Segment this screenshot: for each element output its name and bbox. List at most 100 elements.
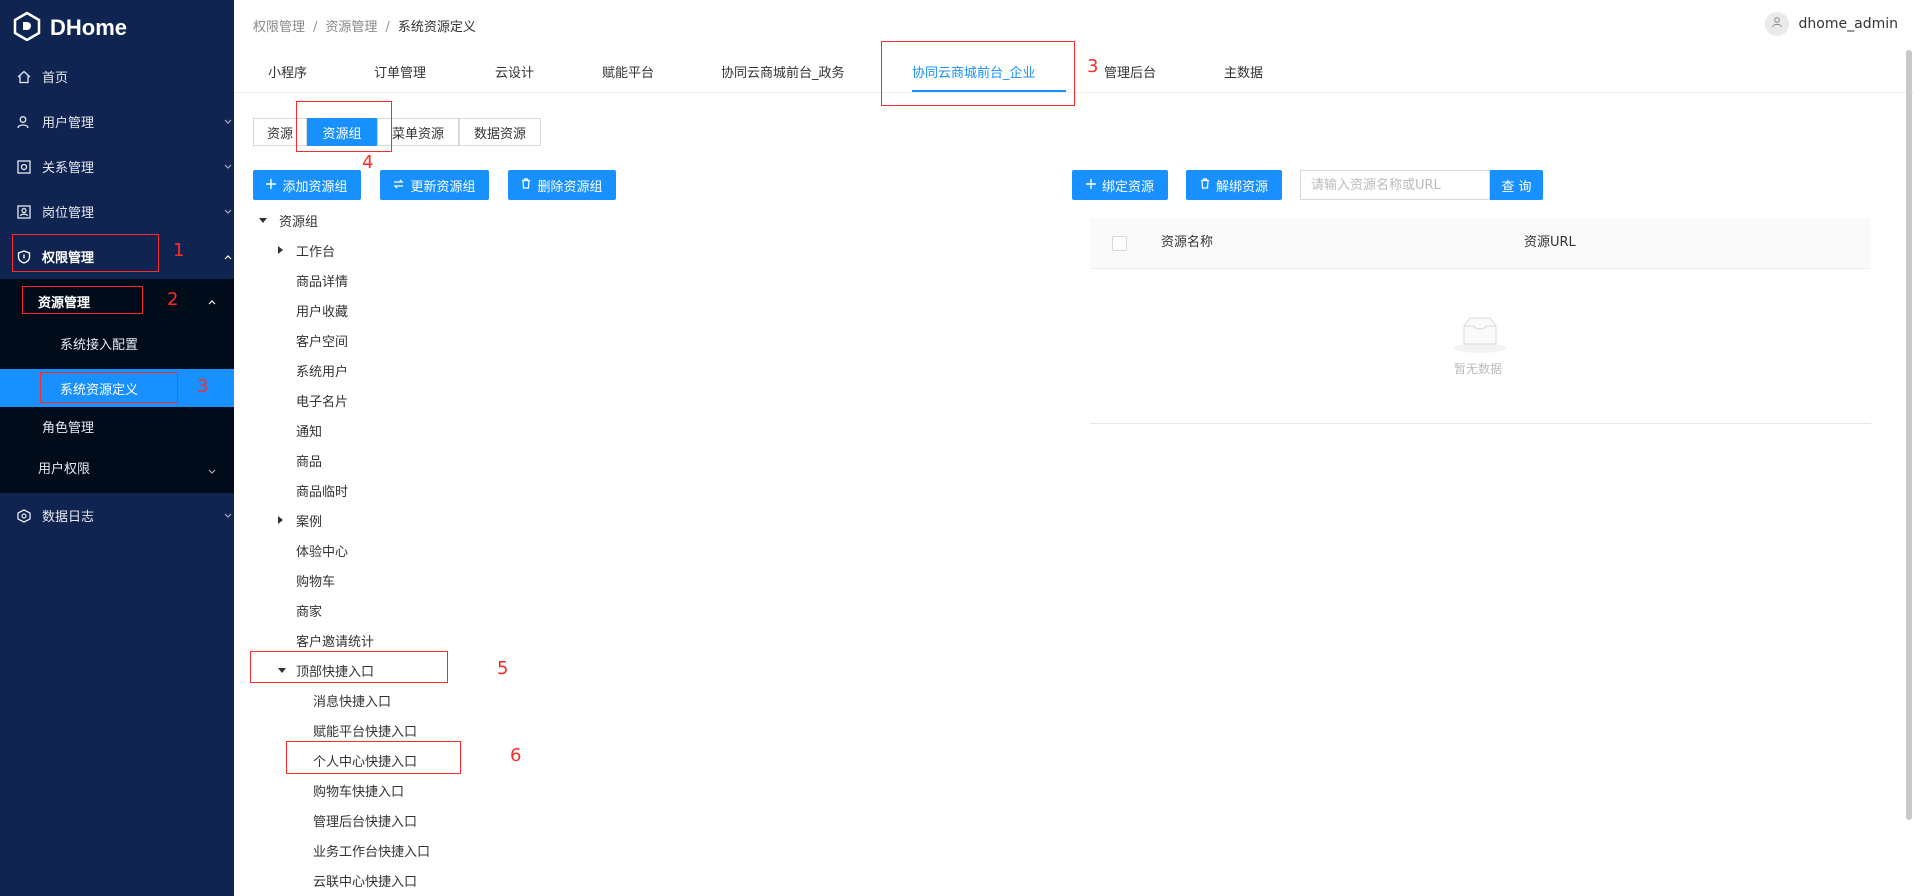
chevron-up-icon <box>208 294 216 309</box>
caret-right-icon[interactable] <box>278 246 283 254</box>
chevron-down-icon <box>208 464 216 479</box>
chevron-down-icon <box>224 144 232 189</box>
tree-node[interactable]: 消息快捷入口 <box>313 685 391 715</box>
button-label: 添加资源组 <box>282 179 348 195</box>
submenu-item-roles[interactable]: 角色管理 <box>0 407 234 445</box>
menu-item-home[interactable]: 首页 <box>0 54 250 99</box>
segment-menu-resources[interactable]: 菜单资源 <box>377 118 459 146</box>
tab-mini-program[interactable]: 小程序 <box>268 56 307 92</box>
tree-node[interactable]: 电子名片 <box>296 385 348 415</box>
tree-node[interactable]: 通知 <box>296 415 322 445</box>
submenu-item-user-permissions[interactable]: 用户权限 <box>0 445 234 490</box>
search-button[interactable]: 查 询 <box>1490 170 1543 200</box>
trash-icon <box>521 177 531 193</box>
tree-node[interactable]: 云联中心快捷入口 <box>313 865 417 895</box>
caret-down-icon[interactable] <box>259 217 267 223</box>
position-icon <box>16 204 32 220</box>
tree-node-workbench[interactable]: 工作台 <box>278 235 335 265</box>
page-scrollbar[interactable] <box>1906 50 1912 820</box>
chevron-down-icon <box>224 189 232 234</box>
chevron-down-icon <box>224 493 232 538</box>
tree-node-cases[interactable]: 案例 <box>278 505 322 535</box>
resource-table-header: 资源名称 资源URL <box>1090 218 1871 269</box>
tree-node[interactable]: 商品详情 <box>296 265 348 295</box>
tree-node[interactable]: 客户邀请统计 <box>296 625 374 655</box>
select-all-checkbox[interactable] <box>1112 236 1127 251</box>
tree-node-personal-center[interactable]: 个人中心快捷入口 <box>313 745 417 775</box>
trash-icon <box>1200 177 1210 193</box>
tab-enablement[interactable]: 赋能平台 <box>602 56 654 92</box>
tab-orders[interactable]: 订单管理 <box>374 56 426 92</box>
submenu-item-resources[interactable]: 资源管理 <box>0 279 234 324</box>
caret-down-icon[interactable] <box>278 667 286 673</box>
button-label: 解绑资源 <box>1215 179 1268 195</box>
plus-icon <box>1085 178 1096 193</box>
column-resource-name: 资源名称 <box>1161 235 1214 250</box>
tree-node[interactable]: 系统用户 <box>296 355 348 385</box>
tab-cloud-design[interactable]: 云设计 <box>495 56 534 92</box>
segment-resource-groups[interactable]: 资源组 <box>307 118 377 146</box>
segment-resources[interactable]: 资源 <box>253 118 307 146</box>
annotation-number-2: 2 <box>167 289 179 310</box>
shield-icon <box>16 249 32 265</box>
tab-admin[interactable]: 管理后台 <box>1104 56 1156 92</box>
brand[interactable]: DHome <box>0 0 234 56</box>
active-tab-indicator <box>912 90 1066 92</box>
unbind-resource-button[interactable]: 解绑资源 <box>1186 170 1282 200</box>
breadcrumb-item[interactable]: 权限管理 <box>253 20 305 35</box>
tab-mall-enterprise[interactable]: 协同云商城前台_企业 <box>912 56 1036 92</box>
menu-item-users[interactable]: 用户管理 <box>0 99 250 144</box>
tree-node[interactable]: 体验中心 <box>296 535 348 565</box>
home-icon <box>16 69 32 85</box>
tree-node[interactable]: 购物车快捷入口 <box>313 775 404 805</box>
update-resource-group-button[interactable]: 更新资源组 <box>380 170 489 200</box>
delete-resource-group-button[interactable]: 删除资源组 <box>508 170 616 200</box>
tree-node[interactable]: 用户收藏 <box>296 295 348 325</box>
menu-item-permissions[interactable]: 权限管理 <box>0 234 250 279</box>
menu-label: 数据日志 <box>42 510 95 525</box>
tree-node-root[interactable]: 资源组 <box>259 205 318 235</box>
annotation-number-3-sidebar: 3 <box>197 376 209 397</box>
caret-right-icon[interactable] <box>278 516 283 524</box>
segment-data-resources[interactable]: 数据资源 <box>459 118 541 146</box>
annotation-number-6: 6 <box>510 745 522 766</box>
refresh-icon <box>393 178 405 193</box>
menu-label: 用户管理 <box>42 116 95 131</box>
submenu-item-system-access[interactable]: 系统接入配置 <box>0 324 234 362</box>
user-menu[interactable]: dhome_admin <box>1764 12 1898 36</box>
tree-node-top-shortcuts[interactable]: 顶部快捷入口 <box>278 655 374 685</box>
menu-label: 权限管理 <box>42 251 95 266</box>
tree-node[interactable]: 商品临时 <box>296 475 348 505</box>
annotation-number-3-tab: 3 <box>1087 56 1099 77</box>
tab-master-data[interactable]: 主数据 <box>1224 56 1263 92</box>
log-icon <box>16 508 32 524</box>
tab-mall-government[interactable]: 协同云商城前台_政务 <box>721 56 845 92</box>
empty-state-text: 暂无数据 <box>1454 362 1503 376</box>
tree-node-label: 工作台 <box>296 244 336 260</box>
brand-name: DHome <box>50 15 128 40</box>
user-icon <box>1771 16 1783 32</box>
sidebar: DHome 首页 用户管理 关系管理 岗位管理 权限管理 资源管理 系统接入配置… <box>0 0 234 896</box>
tree-node[interactable]: 客户空间 <box>296 325 348 355</box>
tree-node-label: 案例 <box>296 514 323 530</box>
annotation-number-4: 4 <box>362 152 374 173</box>
add-resource-group-button[interactable]: 添加资源组 <box>253 170 361 200</box>
tree-node[interactable]: 商品 <box>296 445 322 475</box>
plus-icon <box>266 178 277 193</box>
menu-item-positions[interactable]: 岗位管理 <box>0 189 250 234</box>
menu-label: 系统接入配置 <box>60 337 139 353</box>
bind-resource-button[interactable]: 绑定资源 <box>1072 170 1168 200</box>
button-label: 删除资源组 <box>537 179 603 195</box>
resource-search-input[interactable] <box>1300 170 1490 200</box>
tree-node[interactable]: 业务工作台快捷入口 <box>313 835 430 865</box>
menu-item-data-log[interactable]: 数据日志 <box>0 493 250 538</box>
tree-node[interactable]: 购物车 <box>296 565 335 595</box>
users-icon <box>16 114 32 130</box>
menu-item-relations[interactable]: 关系管理 <box>0 144 250 189</box>
column-resource-url: 资源URL <box>1524 235 1576 250</box>
tree-node[interactable]: 赋能平台快捷入口 <box>313 715 417 745</box>
breadcrumb-item[interactable]: 资源管理 <box>325 20 377 35</box>
tree-node-label: 资源组 <box>279 214 319 230</box>
tree-node[interactable]: 管理后台快捷入口 <box>313 805 417 835</box>
tree-node[interactable]: 商家 <box>296 595 322 625</box>
